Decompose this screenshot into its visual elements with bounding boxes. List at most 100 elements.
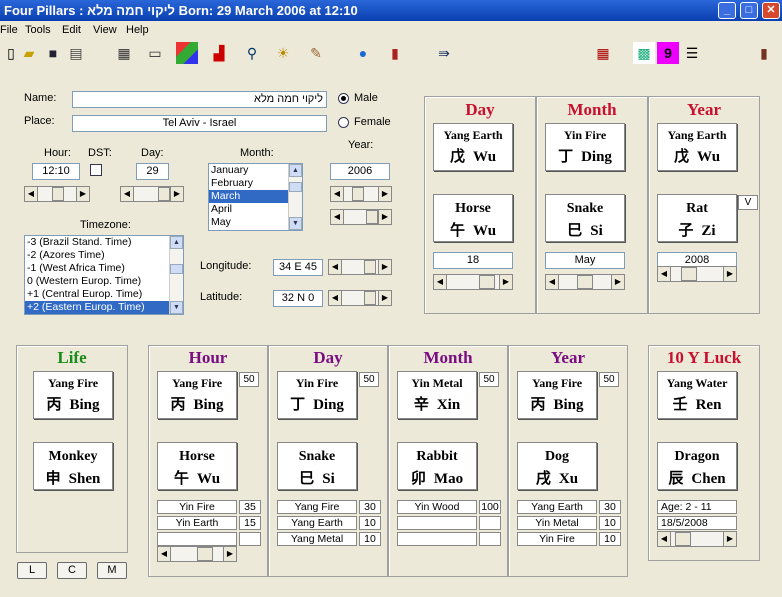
stem-card[interactable]: Yin Fire 丁 Ding <box>277 371 357 419</box>
minimize-button[interactable]: _ <box>718 2 736 19</box>
month-list[interactable]: January February March April May ▲ ▼ <box>208 163 303 231</box>
day-slider[interactable]: ◀ ▶ <box>120 186 184 202</box>
branch-card[interactable]: Rabbit 卯 Mao <box>397 442 477 490</box>
chevron-right-icon[interactable]: ▶ <box>723 266 737 282</box>
branch-card[interactable]: Monkey 申 Shen <box>33 442 113 490</box>
timezone-list[interactable]: -3 (Brazil Stand. Time) -2 (Azores Time)… <box>24 235 184 315</box>
dst-checkbox[interactable] <box>90 164 102 176</box>
chevron-left-icon[interactable]: ◀ <box>157 546 171 562</box>
chevron-right-icon[interactable]: ▶ <box>378 209 392 225</box>
chevron-right-icon[interactable]: ▶ <box>611 274 625 290</box>
chevron-right-icon[interactable]: ▶ <box>378 186 392 202</box>
chevron-right-icon[interactable]: ▶ <box>170 186 184 202</box>
chevron-left-icon[interactable]: ◀ <box>657 531 671 547</box>
book-icon[interactable]: ▮ <box>384 42 406 64</box>
chevron-left-icon[interactable]: ◀ <box>120 186 134 202</box>
hexagram-icon[interactable]: ☰ <box>681 42 703 64</box>
life-l-button[interactable]: L <box>17 562 47 579</box>
window-icon[interactable]: ▭ <box>144 42 166 64</box>
nine-stars-icon[interactable]: 9 <box>657 42 679 64</box>
chevron-right-icon[interactable]: ▶ <box>723 531 737 547</box>
longitude-slider[interactable]: ◀ ▶ <box>328 259 392 275</box>
menu-help[interactable]: Help <box>126 24 149 36</box>
hour-slider[interactable]: ◀ ▶ <box>24 186 90 202</box>
chevron-right-icon[interactable]: ▶ <box>378 259 392 275</box>
stem-card[interactable]: Yin Metal 辛 Xin <box>397 371 477 419</box>
open-folder-icon[interactable]: ▰ <box>18 42 40 64</box>
stem-card[interactable]: Yang Water 壬 Ren <box>657 371 737 419</box>
chevron-left-icon[interactable]: ◀ <box>328 259 342 275</box>
bar-chart-icon[interactable]: ▟ <box>208 42 230 64</box>
list-item[interactable]: -2 (Azores Time) <box>25 249 183 262</box>
branch-card[interactable]: Dragon 辰 Chen <box>657 442 737 490</box>
close-button[interactable]: ✕ <box>762 2 780 19</box>
stem-card[interactable]: Yang Earth 戊 Wu <box>657 123 737 171</box>
life-m-button[interactable]: M <box>97 562 127 579</box>
branch-card[interactable]: Snake 巳 Si <box>545 194 625 242</box>
stem-card[interactable]: Yin Fire 丁 Ding <box>545 123 625 171</box>
day-input[interactable]: 29 <box>136 163 169 180</box>
chevron-left-icon[interactable]: ◀ <box>657 266 671 282</box>
year-slider[interactable]: ◀ ▶ <box>330 186 392 202</box>
chevron-right-icon[interactable]: ▶ <box>378 290 392 306</box>
branch-card[interactable]: Horse 午 Wu <box>433 194 513 242</box>
stem-card[interactable]: Yang Fire 丙 Bing <box>157 371 237 419</box>
properties-icon[interactable]: ▦ <box>113 42 135 64</box>
latitude-input[interactable]: 32 N 0 <box>273 290 323 307</box>
menu-tools[interactable]: Tools <box>25 24 51 36</box>
brush-icon[interactable]: ✎ <box>305 42 327 64</box>
pillar-slider[interactable]: ◀ ▶ <box>433 274 513 290</box>
chevron-right-icon[interactable]: ▶ <box>223 546 237 562</box>
globe-icon[interactable]: ● <box>352 42 374 64</box>
luck-slider[interactable]: ◀ ▶ <box>657 531 737 547</box>
chevron-left-icon[interactable]: ◀ <box>330 186 344 202</box>
hour-input[interactable]: 12:10 <box>32 163 80 180</box>
menu-view[interactable]: View <box>93 24 117 36</box>
pillar-slider[interactable]: ◀ ▶ <box>657 266 737 282</box>
chevron-left-icon[interactable]: ◀ <box>24 186 38 202</box>
list-item[interactable]: -3 (Brazil Stand. Time) <box>25 236 183 249</box>
year-fine-slider[interactable]: ◀ ▶ <box>330 209 392 225</box>
month-scrollbar[interactable]: ▲ ▼ <box>288 164 302 230</box>
maximize-button[interactable]: □ <box>740 2 758 19</box>
branch-card[interactable]: Horse 午 Wu <box>157 442 237 490</box>
list-item[interactable]: 0 (Western Europ. Time) <box>25 275 183 288</box>
year-input[interactable]: 2006 <box>330 163 390 180</box>
chevron-right-icon[interactable]: ▶ <box>499 274 513 290</box>
branch-card[interactable]: Dog 戌 Xu <box>517 442 597 490</box>
lightbulb-icon[interactable]: ☀ <box>272 42 294 64</box>
help-book-icon[interactable]: ▮ <box>753 42 775 64</box>
menu-edit[interactable]: Edit <box>62 24 81 36</box>
timezone-scrollbar[interactable]: ▲ ▼ <box>169 236 183 314</box>
menu-file[interactable]: File <box>0 24 18 36</box>
list-item[interactable]: +1 (Central Europ. Time) <box>25 288 183 301</box>
list-item[interactable]: +2 (Eastern Europ. Time) <box>25 301 183 314</box>
calendar-grid-icon[interactable]: ▦ <box>592 42 614 64</box>
save-icon[interactable]: ■ <box>42 42 64 64</box>
hour-pillar-slider[interactable]: ◀ ▶ <box>157 546 237 562</box>
stem-card[interactable]: Yang Earth 戊 Wu <box>433 123 513 171</box>
male-radio[interactable] <box>338 93 349 104</box>
grid-color-icon[interactable]: ▩ <box>633 42 655 64</box>
chevron-left-icon[interactable]: ◀ <box>330 209 344 225</box>
chevron-left-icon[interactable]: ◀ <box>433 274 447 290</box>
latitude-slider[interactable]: ◀ ▶ <box>328 290 392 306</box>
magnifier-icon[interactable]: ⚲ <box>241 42 263 64</box>
chevron-right-icon[interactable]: ▶ <box>76 186 90 202</box>
branch-card[interactable]: Snake 巳 Si <box>277 442 357 490</box>
export-icon[interactable]: ⇛ <box>433 42 455 64</box>
list-item[interactable]: -1 (West Africa Time) <box>25 262 183 275</box>
name-input[interactable]: ליקוי חמה מלא <box>72 91 327 108</box>
stem-card[interactable]: Yang Fire 丙 Bing <box>517 371 597 419</box>
stem-card[interactable]: Yang Fire 丙 Bing <box>33 371 113 419</box>
branch-card[interactable]: Rat 子 Zi <box>657 194 737 242</box>
life-c-button[interactable]: C <box>57 562 87 579</box>
chevron-left-icon[interactable]: ◀ <box>545 274 559 290</box>
female-radio[interactable] <box>338 117 349 128</box>
chevron-left-icon[interactable]: ◀ <box>328 290 342 306</box>
place-input[interactable]: Tel Aviv - Israel <box>72 115 327 132</box>
longitude-input[interactable]: 34 E 45 <box>273 259 323 276</box>
color-chart-icon[interactable] <box>176 42 198 64</box>
pillar-slider[interactable]: ◀ ▶ <box>545 274 625 290</box>
print-icon[interactable]: ▤ <box>65 42 87 64</box>
